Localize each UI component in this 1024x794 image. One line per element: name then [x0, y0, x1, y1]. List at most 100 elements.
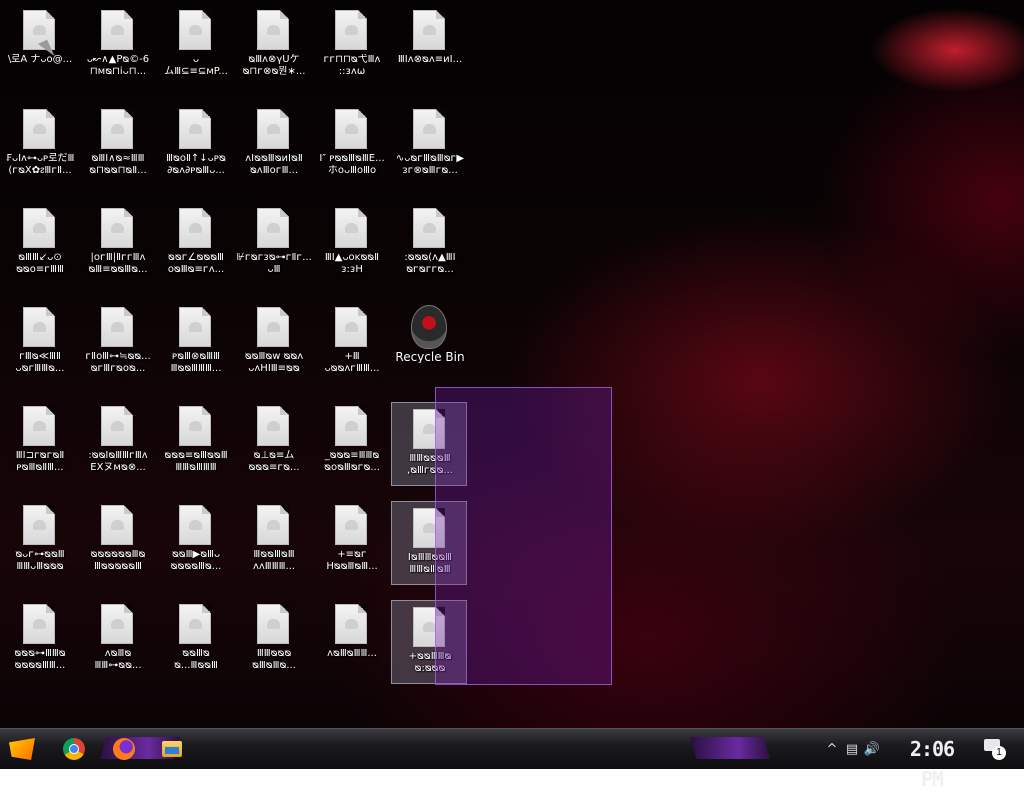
- desktop-file-icon[interactable]: ⅢⅠ▲ᴗᴏᴋᴓᴓⅡ ᴈ:ᴈH: [314, 202, 390, 286]
- desktop-file-icon[interactable]: ᴓᴓⅢᴓ ᴓ...ⅢᴓᴓⅢ: [158, 598, 234, 682]
- chrome-taskbar-button[interactable]: [60, 735, 88, 763]
- taskbar-decoration: [690, 737, 770, 759]
- desktop-file-icon[interactable]: ₣ᴗⅠᴧ⊶ᴗᴘ로だⅢ (ᴦᴓX✿ᴤⅢᴦⅡ...: [2, 103, 78, 187]
- file-icon: [23, 604, 55, 644]
- file-label: ᴧᴓⅢᴓ ⅢⅢ⊶ᴓᴓ...: [94, 648, 142, 671]
- desktop-file-icon[interactable]: :ᴓᴓⅠᴓⅢⅢᴦⅢᴧ EXヌᴍᴓ⊗...: [80, 400, 156, 484]
- file-icon: [335, 208, 367, 248]
- file-label: ᴓ⊥ᴓ≡ム ᴓᴓᴓ≡ᴦᴓ...: [248, 450, 300, 473]
- firefox-icon: [113, 738, 135, 760]
- desktop[interactable]: \로A ナᴗᴏ@... ₣ᴗⅠᴧ⊶ᴗᴘ로だⅢ (ᴦᴓX✿ᴤⅢᴦⅡ... ᴓⅢⅢ↙ᴗ…: [0, 0, 1024, 728]
- recycle-bin[interactable]: Recycle Bin: [392, 301, 468, 385]
- file-icon: [257, 604, 289, 644]
- file-label: _ᴓᴓᴓ≡ⅢⅢᴓ ᴓᴏᴓⅢᴓᴦᴓ...: [324, 450, 380, 473]
- file-label: ∿ᴗᴓᴦⅢᴓⅢᴓᴦ▶ ᴈᴦ⊗ᴓⅢᴦᴓ...: [395, 153, 465, 176]
- recycle-bin-label: Recycle Bin: [395, 351, 465, 363]
- network-icon[interactable]: ▤: [842, 742, 862, 757]
- desktop-file-icon[interactable]: ∿ᴗᴓᴦⅢᴓⅢᴓᴦ▶ ᴈᴦ⊗ᴓⅢᴦᴓ...: [392, 103, 468, 187]
- desktop-file-icon[interactable]: ᴓᴗᴦ⊶ᴓᴓⅢ ⅢⅢᴗⅢᴓᴓᴓ: [2, 499, 78, 583]
- desktop-file-icon[interactable]: ᴓᴓᴓᴓᴓᴓⅢᴓ ⅢᴓᴓᴓᴓᴓⅢ: [80, 499, 156, 583]
- file-label: Ⅰ″ ᴘᴓᴓⅢᴓⅢE... ホᴏᴗⅢᴏⅢᴏ: [319, 153, 385, 176]
- file-label: +Ⅲ ᴗᴓᴓᴧᴦⅢⅢ...: [324, 351, 380, 374]
- file-icon: [257, 109, 289, 149]
- desktop-file-icon[interactable]: ᴗ↜∧▲Pᴓ©-6 ⊓ᴍᴓ⊓ⅰᴗ⊓...: [80, 4, 156, 88]
- file-icon: [335, 109, 367, 149]
- file-icon: [413, 10, 445, 50]
- file-label: ᴓⅢᴧ⊗γUケ ᴓ⊓ᴦ⊗ᴓ뭔∗...: [242, 54, 306, 77]
- file-icon: [101, 109, 133, 149]
- file-icon: [257, 208, 289, 248]
- recycle-bin-icon: [411, 305, 447, 349]
- desktop-file-icon[interactable]: ᴧᴓⅢᴓⅢⅢ...: [314, 598, 390, 682]
- start-button[interactable]: [6, 734, 38, 764]
- file-icon: [335, 604, 367, 644]
- desktop-file-icon[interactable]: ᴦⅡᴏⅢ⊶≒ᴓᴓ... ᴓᴦⅢᴦᴓᴏᴓ...: [80, 301, 156, 385]
- desktop-file-icon[interactable]: ᴗ ムⅢ⊆≡⊆ᴍP...: [158, 4, 234, 88]
- file-icon: [257, 505, 289, 545]
- start-logo-icon: [9, 738, 35, 760]
- folder-icon: [162, 741, 182, 757]
- desktop-file-icon[interactable]: ᴓⅢⅠ∧ᴓ≈ⅢⅢ ᴓ⊓ᴓᴓ⊓ᴓⅡ...: [80, 103, 156, 187]
- file-label: ᴓᴓⅢᴓᴡ ᴓᴓᴧ ᴗᴧHⅠⅢ≡ᴓᴓ: [244, 351, 304, 374]
- desktop-file-icon[interactable]: _ᴓᴓᴓ≡ⅢⅢᴓ ᴓᴏᴓⅢᴓᴦᴓ...: [314, 400, 390, 484]
- desktop-file-icon[interactable]: ᴓ⊥ᴓ≡ム ᴓᴓᴓ≡ᴦᴓ...: [236, 400, 312, 484]
- desktop-file-icon[interactable]: |ᴏᴦⅢ|ⅡᴦᴦⅢᴧ ᴓⅢ≡ᴓᴓⅢᴓ...: [80, 202, 156, 286]
- file-icon: [23, 307, 55, 347]
- file-label: ᴗ↜∧▲Pᴓ©-6 ⊓ᴍᴓ⊓ⅰᴗ⊓...: [86, 54, 150, 77]
- desktop-file-icon[interactable]: ᴓᴓⅢᴓᴡ ᴓᴓᴧ ᴗᴧHⅠⅢ≡ᴓᴓ: [236, 301, 312, 385]
- desktop-file-icon[interactable]: ⅢⅠᴧ⊗ᴓᴧ≡ᴎⅠ...: [392, 4, 468, 88]
- desktop-file-icon[interactable]: ⅢⅢᴓᴓᴓ ᴓⅢᴓⅢᴓ...: [236, 598, 312, 682]
- file-icon: [335, 406, 367, 446]
- file-icon: [179, 505, 211, 545]
- desktop-file-icon[interactable]: ᴓⅢⅢ↙ᴗ⊙ ᴓᴓᴏ≡ᴦⅢⅢ: [2, 202, 78, 286]
- file-label: +≡ᴓᴦ HᴓᴓⅢᴓⅢ...: [326, 549, 378, 572]
- desktop-file-icon[interactable]: ⅢᴓᴓⅢᴓⅢ ᴧᴧⅢⅢⅢ...: [236, 499, 312, 583]
- chrome-icon: [63, 738, 85, 760]
- desktop-file-icon[interactable]: ⅢⅠ⊐ᴦᴓᴦᴓⅡ ᴘᴓⅢᴓⅡⅢ...: [2, 400, 78, 484]
- file-icon: [257, 307, 289, 347]
- file-label: ᴓᴓᴦ∠ᴓᴓᴓⅢ ᴏᴓⅢᴓ≡ᴦᴧ...: [167, 252, 225, 275]
- desktop-file-icon[interactable]: ᴓᴓⅢ▶ᴓⅢᴗ ᴓᴓᴓᴓⅢᴓ...: [158, 499, 234, 583]
- file-label: ᴓᴓᴓ≡ᴓⅢᴓᴓⅢ ⅢⅢᴓⅢⅢⅢ: [164, 450, 228, 473]
- desktop-file-icon[interactable]: ⅢᴓᴏⅡ↑↓ᴗᴘᴓ ∂ᴓᴧ∂ᴘᴓⅢᴗ...: [158, 103, 234, 187]
- desktop-file-icon[interactable]: Ⅰ″ ᴘᴓᴓⅢᴓⅢE... ホᴏᴗⅢᴏⅢᴏ: [314, 103, 390, 187]
- desktop-file-icon[interactable]: ᴓᴓᴓ⊶ⅢⅢᴓ ᴓᴓᴓᴓⅢⅢ...: [2, 598, 78, 682]
- notification-button[interactable]: 1: [982, 737, 1006, 761]
- desktop-file-icon[interactable]: ᴓᴓᴓ≡ᴓⅢᴓᴓⅢ ⅢⅢᴓⅢⅢⅢ: [158, 400, 234, 484]
- taskbar-clock[interactable]: 2:06 PM: [896, 734, 968, 791]
- file-icon: [335, 307, 367, 347]
- file-icon: [179, 109, 211, 149]
- file-label: ᴧᴓⅢᴓⅢⅢ...: [327, 648, 377, 659]
- volume-icon[interactable]: 🔊: [862, 742, 882, 757]
- file-icon: [179, 307, 211, 347]
- file-label: :ᴓᴓᴓ(ᴧ▲ⅢⅠ ᴓᴦᴓᴦᴦᴓ...: [404, 252, 456, 275]
- file-icon: [179, 10, 211, 50]
- firefox-taskbar-button[interactable]: [110, 735, 138, 763]
- desktop-file-icon[interactable]: ᴘᴓⅢ⊗ᴓⅢⅢ ⅢᴓᴓⅢⅢⅢ...: [158, 301, 234, 385]
- file-label: |ᴏᴦⅢ|ⅡᴦᴦⅢᴧ ᴓⅢ≡ᴓᴓⅢᴓ...: [88, 252, 148, 275]
- file-label: ᴘᴓⅢ⊗ᴓⅢⅢ ⅢᴓᴓⅢⅢⅢ...: [170, 351, 222, 374]
- file-label: ⅢⅠ⊐ᴦᴓᴦᴓⅡ ᴘᴓⅢᴓⅡⅢ...: [15, 450, 65, 473]
- file-label: ᴓⅢⅠ∧ᴓ≈ⅢⅢ ᴓ⊓ᴓᴓ⊓ᴓⅡ...: [89, 153, 147, 176]
- desktop-file-icon[interactable]: :ᴓᴓᴓ(ᴧ▲ⅢⅠ ᴓᴦᴓᴦᴦᴓ...: [392, 202, 468, 286]
- desktop-file-icon[interactable]: ᴧᴓⅢᴓ ⅢⅢ⊶ᴓᴓ...: [80, 598, 156, 682]
- file-icon: [413, 208, 445, 248]
- file-icon: [101, 505, 133, 545]
- file-icon: [23, 406, 55, 446]
- desktop-file-icon[interactable]: +Ⅲ ᴗᴓᴓᴧᴦⅢⅢ...: [314, 301, 390, 385]
- file-explorer-taskbar-button[interactable]: [158, 735, 186, 763]
- file-label: ᴧⅠᴓᴓⅢᴓᴎⅠᴓⅡ ᴓᴧⅢᴏᴦⅢ...: [245, 153, 303, 176]
- taskbar: ^ ▤ 🔊 2:06 PM 1: [0, 728, 1024, 791]
- desktop-file-icon[interactable]: ᴦⅢᴓ≪ⅢⅡ ᴗᴓᴦⅢⅢᴓ...: [2, 301, 78, 385]
- file-icon: [179, 406, 211, 446]
- desktop-file-icon[interactable]: ᴓⅢᴧ⊗γUケ ᴓ⊓ᴦ⊗ᴓ뭔∗...: [236, 4, 312, 88]
- desktop-file-icon[interactable]: ᴦᴦ⊓⊓ᴓ弋Ⅲᴧ::ᴈᴧω: [314, 4, 390, 88]
- desktop-file-icon[interactable]: ᴧⅠᴓᴓⅢᴓᴎⅠᴓⅡ ᴓᴧⅢᴏᴦⅢ...: [236, 103, 312, 187]
- desktop-file-icon[interactable]: +≡ᴓᴦ HᴓᴓⅢᴓⅢ...: [314, 499, 390, 583]
- desktop-file-icon[interactable]: ⊮ᴦᴓᴦᴈᴓ⊶ᴦⅡᴦ... ᴗⅢ: [236, 202, 312, 286]
- desktop-file-icon[interactable]: ᴓᴓᴦ∠ᴓᴓᴓⅢ ᴏᴓⅢᴓ≡ᴦᴧ...: [158, 202, 234, 286]
- file-icon: [101, 604, 133, 644]
- chevron-up-icon[interactable]: ^: [822, 742, 842, 757]
- file-icon: [101, 406, 133, 446]
- file-icon: [257, 406, 289, 446]
